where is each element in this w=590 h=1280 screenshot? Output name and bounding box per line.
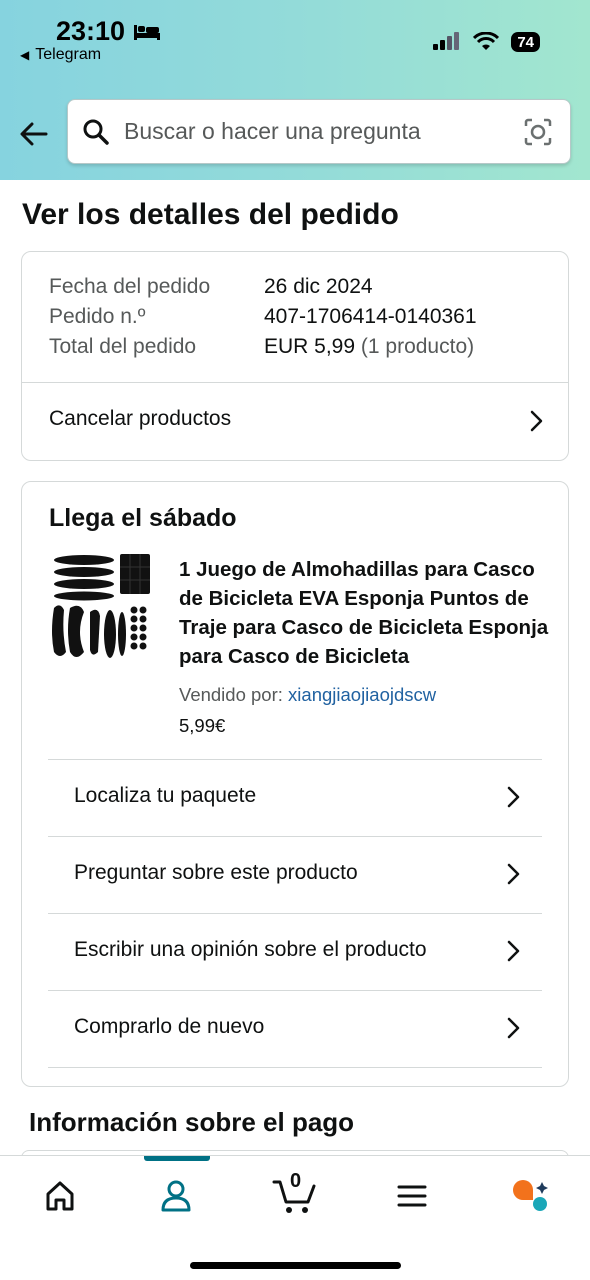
buy-again-label: Comprarlo de nuevo xyxy=(74,1015,265,1038)
order-total-note: (1 producto) xyxy=(360,335,475,358)
order-summary-card: Fecha del pedido 26 dic 2024 Pedido n.º … xyxy=(21,251,569,461)
camera-scan-icon[interactable] xyxy=(523,117,553,147)
order-total-label: Total del pedido xyxy=(49,335,197,358)
user-icon[interactable] xyxy=(156,1176,196,1216)
track-package-label: Localiza tu paquete xyxy=(74,784,257,807)
order-total-value: EUR 5,99 (1 producto) xyxy=(264,335,474,359)
write-review-label: Escribir una opinión sobre el producto xyxy=(74,938,427,961)
cancel-products-label: Cancelar productos xyxy=(49,407,232,430)
app-header: 23:10 ◀ Telegram 74 Buscar o hacer una p… xyxy=(0,0,590,180)
battery-level: 74 xyxy=(517,33,534,51)
chevron-right-icon xyxy=(507,863,520,885)
chevron-right-icon xyxy=(507,940,520,962)
search-bar[interactable]: Buscar o hacer una pregunta xyxy=(67,99,571,164)
product-title[interactable]: 1 Juego de Almohadillas para Casco de Bi… xyxy=(179,555,549,671)
product-price: 5,99€ xyxy=(179,715,226,736)
status-back-app: Telegram xyxy=(35,46,102,63)
write-review-row[interactable]: Escribir una opinión sobre el producto xyxy=(48,914,542,990)
menu-icon[interactable] xyxy=(392,1176,432,1216)
chevron-right-icon xyxy=(507,1017,520,1039)
active-tab-indicator xyxy=(144,1156,210,1161)
sold-by: Vendido por: xiangjiaojiaojdscw xyxy=(179,684,436,706)
rufus-ai-icon[interactable] xyxy=(510,1176,550,1216)
home-indicator xyxy=(190,1262,401,1269)
page-title: Ver los detalles del pedido xyxy=(22,198,399,231)
back-triangle-icon: ◀ xyxy=(20,48,30,62)
payment-section-title: Información sobre el pago xyxy=(29,1107,355,1137)
search-icon xyxy=(83,119,109,145)
battery-indicator: 74 xyxy=(511,32,540,52)
buy-again-row[interactable]: Comprarlo de nuevo xyxy=(48,991,542,1067)
order-date-value: 26 dic 2024 xyxy=(264,275,373,298)
signal-icon xyxy=(433,32,460,50)
seller-link[interactable]: xiangjiaojiaojdscw xyxy=(288,684,436,705)
ask-product-label: Preguntar sobre este producto xyxy=(74,861,358,884)
order-date-label: Fecha del pedido xyxy=(49,275,211,298)
cart-count: 0 xyxy=(290,1170,302,1192)
home-icon[interactable] xyxy=(40,1176,80,1216)
status-indicators: 74 xyxy=(431,32,540,52)
divider xyxy=(48,1067,542,1068)
chevron-right-icon xyxy=(530,410,543,432)
status-time: 23:10 xyxy=(56,16,161,47)
order-number-label: Pedido n.º xyxy=(49,305,146,328)
shipment-card: Llega el sábado 1 Juego de Almohadillas … xyxy=(21,481,569,1087)
ask-product-row[interactable]: Preguntar sobre este producto xyxy=(48,837,542,913)
track-package-row[interactable]: Localiza tu paquete xyxy=(48,760,542,836)
bottom-tab-bar: 0 xyxy=(0,1155,590,1280)
product-thumbnail[interactable] xyxy=(50,552,154,664)
order-number-value: 407-1706414-0140361 xyxy=(264,305,477,328)
search-input[interactable]: Buscar o hacer una pregunta xyxy=(124,118,421,145)
chevron-right-icon xyxy=(507,786,520,808)
status-time-text: 23:10 xyxy=(56,16,126,46)
status-back-link[interactable]: ◀ Telegram xyxy=(20,46,101,64)
cancel-products-row[interactable]: Cancelar productos xyxy=(22,383,568,460)
arrival-heading: Llega el sábado xyxy=(49,504,237,532)
cart-tab[interactable]: 0 xyxy=(272,1170,318,1216)
order-total-amount: EUR 5,99 xyxy=(264,335,356,358)
sold-by-label: Vendido por: xyxy=(179,684,283,705)
wifi-icon xyxy=(473,32,500,50)
back-arrow-icon[interactable] xyxy=(18,118,50,150)
bed-icon xyxy=(134,24,161,40)
